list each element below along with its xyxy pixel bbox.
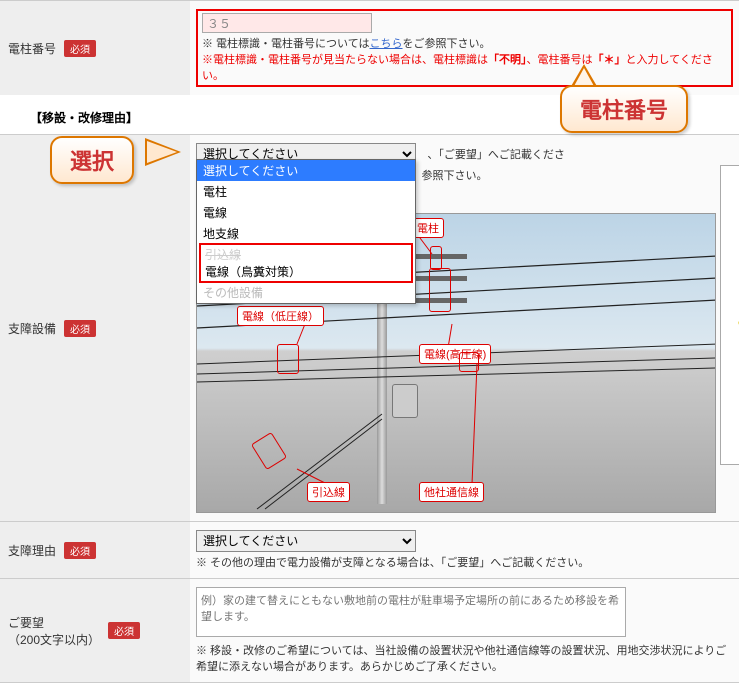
callout-select: 選択	[50, 136, 134, 184]
annot-high-volt: 電線(高圧線)	[419, 344, 491, 364]
guy-wire-diagram: 地支線	[720, 165, 739, 465]
dropdown-option[interactable]: 地支線	[197, 223, 415, 244]
pole-number-input[interactable]	[202, 13, 372, 33]
callout-select-tail	[145, 138, 181, 166]
reason-note: ※ その他の理由で電力設備が支障となる場合は、「ご要望」へご記載ください。	[196, 554, 733, 570]
pole-number-highlight: ※ 電柱標識・電柱番号についてはこちらをご参照下さい。 ※電柱標識・電柱番号が見…	[196, 9, 733, 87]
request-textarea[interactable]	[196, 587, 626, 637]
label-obstruction-reason: 支障理由	[8, 542, 56, 559]
required-badge: 必須	[64, 320, 96, 337]
pole-ref-note: ※ 電柱標識・電柱番号についてはこちらをご参照下さい。	[202, 35, 727, 51]
dropdown-option[interactable]: 電線（鳥糞対策）	[203, 263, 409, 280]
dropdown-highlight: 引込線 電線（鳥糞対策）	[199, 243, 413, 283]
equipment-dropdown-open: 選択してください 電柱 電線 地支線 引込線 電線（鳥糞対策） その他設備	[196, 159, 416, 304]
required-badge: 必須	[64, 40, 96, 57]
callout-pole-number: 電柱番号	[560, 85, 688, 133]
reason-select[interactable]: 選択してください	[196, 530, 416, 552]
guy-annot-lines	[721, 166, 739, 464]
dropdown-option[interactable]: 電柱	[197, 181, 415, 202]
dropdown-option[interactable]: その他設備	[197, 282, 415, 303]
dropdown-option[interactable]: 選択してください	[197, 160, 415, 181]
label-pole-number: 電柱番号	[8, 40, 56, 57]
pole-ref-link[interactable]: こちら	[370, 38, 403, 50]
request-note: ※ 移設・改修のご希望については、当社設備の設置状況や他社通信線等の設置状況、用…	[196, 642, 733, 674]
label-obstruction-equipment: 支障設備	[8, 320, 56, 337]
dropdown-option[interactable]: 電線	[197, 202, 415, 223]
dropdown-option[interactable]: 引込線	[203, 246, 409, 263]
annot-pole: 電柱	[412, 218, 444, 238]
annot-other-comm: 他社通信線	[419, 482, 484, 502]
required-badge: 必須	[108, 622, 140, 639]
pole-missing-note: ※電柱標識・電柱番号が見当たらない場合は、電柱標識は「不明」、電柱番号は「＊」と…	[202, 51, 727, 83]
annot-low-volt: 電線（低圧線）	[237, 306, 324, 326]
annot-service-drop: 引込線	[307, 482, 350, 502]
label-request: ご要望 （200文字以内）	[8, 614, 100, 648]
equipment-hidden-note: 、「ご要望」へご記載くださ	[427, 149, 565, 161]
required-badge: 必須	[64, 542, 96, 559]
